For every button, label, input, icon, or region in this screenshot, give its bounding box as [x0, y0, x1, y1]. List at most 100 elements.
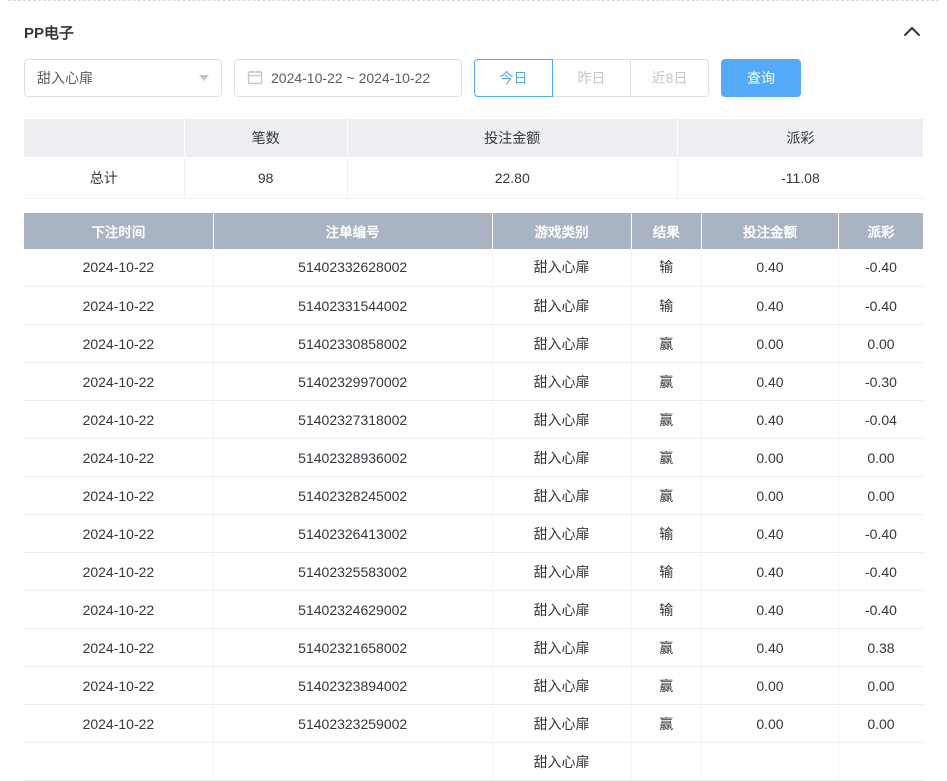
- table-row: 2024-10-2251402321658002甜入心扉赢0.400.38: [24, 629, 923, 667]
- cell-game-type: 甜入心扉: [492, 667, 631, 705]
- quick-button-last8days[interactable]: 近8日: [630, 59, 709, 97]
- cell-payout: -0.30: [838, 363, 923, 401]
- table-row: 2024-10-2251402326413002甜入心扉输0.40-0.40: [24, 515, 923, 553]
- table-row: 2024-10-2251402327318002甜入心扉赢0.40-0.04: [24, 401, 923, 439]
- game-select[interactable]: 甜入心扉: [24, 59, 222, 97]
- cell-game-type: 甜入心扉: [492, 477, 631, 515]
- date-range-value: 2024-10-22 ~ 2024-10-22: [271, 70, 430, 86]
- cell-bet-amount: 0.40: [702, 591, 839, 629]
- header-payout: 派彩: [838, 213, 923, 249]
- cell-result: 赢: [631, 363, 701, 401]
- cell-bet-number: 51402331544002: [213, 287, 492, 325]
- cell-bet-amount: [702, 743, 839, 781]
- page-title: PP电子: [24, 22, 74, 43]
- cell-bet-number: 51402321658002: [213, 629, 492, 667]
- cell-payout: -0.40: [838, 515, 923, 553]
- cell-bet-number: 51402332628002: [213, 249, 492, 287]
- cell-result: 输: [631, 515, 701, 553]
- header-bet-time: 下注时间: [24, 213, 213, 249]
- table-row: 2024-10-2251402331544002甜入心扉输0.40-0.40: [24, 287, 923, 325]
- cell-result: 输: [631, 553, 701, 591]
- summary-header-count: 笔数: [184, 119, 347, 157]
- summary-header-bet-amount: 投注金额: [347, 119, 677, 157]
- cell-game-type: 甜入心扉: [492, 705, 631, 743]
- cell-bet-time: 2024-10-22: [24, 591, 213, 629]
- cell-bet-amount: 0.40: [702, 249, 839, 287]
- cell-game-type: 甜入心扉: [492, 439, 631, 477]
- cell-bet-time: 2024-10-22: [24, 515, 213, 553]
- cell-payout: -0.40: [838, 287, 923, 325]
- cell-bet-number: 51402323894002: [213, 667, 492, 705]
- cell-result: 赢: [631, 705, 701, 743]
- cell-payout: 0.00: [838, 439, 923, 477]
- cell-game-type: 甜入心扉: [492, 515, 631, 553]
- cell-bet-number: 51402330858002: [213, 325, 492, 363]
- cell-bet-amount: 0.40: [702, 363, 839, 401]
- cell-bet-amount: 0.40: [702, 287, 839, 325]
- chevron-up-icon: [903, 25, 921, 40]
- table-row: 2024-10-2251402329970002甜入心扉赢0.40-0.30: [24, 363, 923, 401]
- cell-bet-time: [24, 743, 213, 781]
- cell-result: 赢: [631, 667, 701, 705]
- header-game-type: 游戏类别: [492, 213, 631, 249]
- cell-result: 赢: [631, 439, 701, 477]
- table-row: 2024-10-2251402330858002甜入心扉赢0.000.00: [24, 325, 923, 363]
- quick-range-button-group: 今日 昨日 近8日: [474, 59, 709, 97]
- header-bet-amount: 投注金额: [702, 213, 839, 249]
- summary-total-row: 总计 98 22.80 -11.08: [24, 157, 923, 198]
- cell-result: 赢: [631, 629, 701, 667]
- cell-game-type: 甜入心扉: [492, 325, 631, 363]
- header-bet-number: 注单编号: [213, 213, 492, 249]
- cell-result: 赢: [631, 325, 701, 363]
- chevron-down-icon: [199, 75, 209, 81]
- cell-payout: -0.40: [838, 553, 923, 591]
- cell-bet-number: 51402324629002: [213, 591, 492, 629]
- cell-payout: 0.00: [838, 705, 923, 743]
- cell-payout: 0.38: [838, 629, 923, 667]
- bets-table: 下注时间 注单编号 游戏类别 结果 投注金额 派彩 2024-10-225140…: [24, 213, 923, 781]
- cell-bet-time: 2024-10-22: [24, 705, 213, 743]
- table-row: 2024-10-2251402325583002甜入心扉输0.40-0.40: [24, 553, 923, 591]
- cell-bet-amount: 0.00: [702, 439, 839, 477]
- table-row: 2024-10-2251402323894002甜入心扉赢0.000.00: [24, 667, 923, 705]
- cell-result: 赢: [631, 477, 701, 515]
- summary-header-row: 笔数 投注金额 派彩: [24, 119, 923, 157]
- bets-table-header-row: 下注时间 注单编号 游戏类别 结果 投注金额 派彩: [24, 213, 923, 249]
- table-row: 2024-10-2251402328245002甜入心扉赢0.000.00: [24, 477, 923, 515]
- game-select-value: 甜入心扉: [37, 68, 93, 88]
- search-button[interactable]: 查询: [721, 59, 801, 97]
- collapse-panel-button[interactable]: [901, 23, 923, 42]
- cell-bet-amount: 0.00: [702, 477, 839, 515]
- summary-count-value: 98: [184, 157, 347, 198]
- cell-bet-time: 2024-10-22: [24, 287, 213, 325]
- calendar-icon: [247, 69, 263, 88]
- cell-result: 输: [631, 287, 701, 325]
- cell-bet-number: [213, 743, 492, 781]
- cell-game-type: 甜入心扉: [492, 363, 631, 401]
- cell-bet-time: 2024-10-22: [24, 667, 213, 705]
- quick-button-today[interactable]: 今日: [474, 59, 553, 97]
- cell-result: [631, 743, 701, 781]
- cell-payout: -0.04: [838, 401, 923, 439]
- cell-bet-number: 51402329970002: [213, 363, 492, 401]
- cell-bet-amount: 0.40: [702, 629, 839, 667]
- cell-game-type: 甜入心扉: [492, 249, 631, 287]
- quick-button-yesterday[interactable]: 昨日: [552, 59, 631, 97]
- cell-game-type: 甜入心扉: [492, 287, 631, 325]
- header-result: 结果: [631, 213, 701, 249]
- cell-bet-amount: 0.00: [702, 667, 839, 705]
- cell-result: 赢: [631, 401, 701, 439]
- cell-game-type: 甜入心扉: [492, 591, 631, 629]
- cell-game-type: 甜入心扉: [492, 629, 631, 667]
- cell-bet-time: 2024-10-22: [24, 325, 213, 363]
- cell-bet-number: 51402328245002: [213, 477, 492, 515]
- table-row: 2024-10-2251402332628002甜入心扉输0.40-0.40: [24, 249, 923, 287]
- table-row: 2024-10-2251402324629002甜入心扉输0.40-0.40: [24, 591, 923, 629]
- summary-table: 笔数 投注金额 派彩 总计 98 22.80 -11.08: [24, 119, 923, 199]
- summary-header-payout: 派彩: [677, 119, 923, 157]
- cell-bet-number: 51402325583002: [213, 553, 492, 591]
- summary-payout-value: -11.08: [677, 157, 923, 198]
- cell-bet-number: 51402327318002: [213, 401, 492, 439]
- date-range-input[interactable]: 2024-10-22 ~ 2024-10-22: [234, 59, 462, 97]
- table-row: 2024-10-2251402323259002甜入心扉赢0.000.00: [24, 705, 923, 743]
